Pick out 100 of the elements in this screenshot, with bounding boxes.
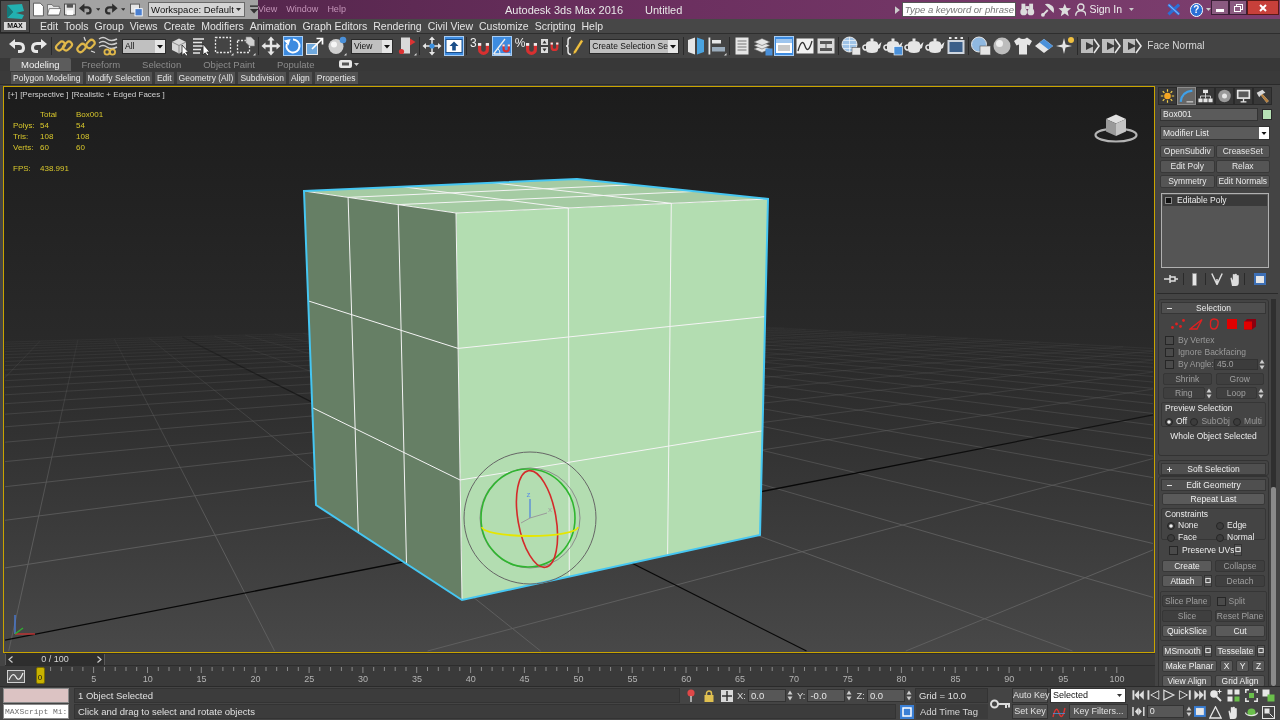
radio-label[interactable]: Normal	[1227, 532, 1255, 543]
open-folder-icon[interactable]	[46, 3, 62, 16]
settings-box-icon[interactable]	[1204, 645, 1212, 657]
fork-icon[interactable]	[1211, 273, 1223, 285]
checkbox-label[interactable]: Preserve UVs	[1182, 544, 1235, 556]
window-settings-icon[interactable]	[1194, 705, 1206, 717]
dropdown[interactable]: All	[122, 38, 166, 54]
list-cursor-icon[interactable]	[192, 36, 212, 56]
pivot-icon[interactable]	[397, 36, 417, 56]
viewport-label[interactable]: [Realistic + Edged Faces ]	[71, 90, 165, 100]
teapot-icon[interactable]	[925, 36, 946, 56]
film-frame-icon[interactable]	[946, 36, 967, 56]
rollout-header[interactable]: Soft Selection	[1161, 463, 1266, 475]
schematic-icon[interactable]	[816, 36, 837, 56]
menu-item[interactable]: Help	[578, 19, 607, 33]
panel-button[interactable]: Y	[1236, 660, 1249, 672]
sign-in-link[interactable]: Sign In	[1089, 3, 1123, 16]
modifier-button[interactable]: OpenSubdiv	[1160, 145, 1215, 158]
panel-button[interactable]: Tesselate	[1215, 645, 1256, 657]
panel-tab[interactable]	[1215, 87, 1234, 105]
radio-label[interactable]: Off	[1176, 416, 1188, 427]
name-field[interactable]: Box001	[1160, 108, 1258, 121]
configure-icon[interactable]	[1254, 273, 1266, 285]
caret-icon[interactable]	[354, 63, 360, 66]
new-file-icon[interactable]	[33, 2, 44, 17]
ribbon-panel-tab[interactable]: Polygon Modeling	[11, 71, 83, 84]
dropdown[interactable]: Selected	[1050, 688, 1126, 703]
dropdown[interactable]: Create Selection Se	[589, 38, 680, 54]
menu-item[interactable]: Rendering	[370, 19, 425, 33]
scrollbar[interactable]	[1271, 299, 1276, 686]
prism-icon[interactable]	[1034, 36, 1055, 56]
panel-button[interactable]: Create	[1162, 560, 1212, 572]
move-icon[interactable]	[261, 36, 281, 56]
script-output-field[interactable]: MAXScript Mi:	[3, 704, 69, 719]
dropdown[interactable]: Modifier List	[1160, 126, 1270, 140]
auto-key-button[interactable]: Auto Key	[1012, 688, 1048, 703]
layers-icon[interactable]	[753, 36, 774, 56]
teapot-icon[interactable]	[904, 36, 925, 56]
brace-pencil-icon[interactable]	[565, 36, 586, 56]
grid-sphere-icon[interactable]	[841, 36, 862, 56]
ribbon-tab[interactable]: Freeform	[70, 58, 132, 71]
skip-end-icon[interactable]	[1192, 689, 1206, 701]
frame-marker[interactable]: 0	[35, 667, 45, 684]
cube-cursor-icon[interactable]	[170, 36, 190, 56]
monitor-arrow-icon[interactable]	[444, 36, 464, 56]
cone-icon[interactable]	[1209, 706, 1222, 719]
menu-item[interactable]: Scripting	[531, 19, 579, 33]
orbit-icon[interactable]	[1244, 706, 1258, 719]
time-slider-thumb[interactable]: 0 / 100	[5, 654, 105, 665]
curve-icon[interactable]	[1052, 705, 1066, 718]
ribbon-panel-tab[interactable]: Modify Selection	[85, 71, 152, 84]
menu-item[interactable]: Window	[286, 4, 319, 15]
menu-item[interactable]: Tools	[61, 19, 92, 33]
viewport-label[interactable]: [Perspective ]	[20, 90, 69, 100]
radio-button[interactable]	[1216, 521, 1224, 530]
rollout-header[interactable]: Selection	[1161, 302, 1266, 314]
play-icon[interactable]	[1162, 689, 1176, 701]
sphere-icon[interactable]	[992, 36, 1013, 56]
tag-square-icon[interactable]	[900, 704, 914, 719]
stack-item[interactable]: Editable Poly	[1163, 195, 1267, 206]
panel-button[interactable]: MSmooth	[1162, 645, 1203, 657]
viewport-label[interactable]: [+]	[8, 90, 18, 100]
redo-icon[interactable]	[104, 3, 118, 16]
align-icon[interactable]	[707, 36, 728, 56]
wave-lines-icon[interactable]	[98, 36, 118, 56]
dots-icon[interactable]	[1170, 317, 1185, 330]
menu-item[interactable]: Views	[126, 19, 161, 33]
expand-arrow-icon[interactable]	[895, 5, 900, 14]
mirror-icon[interactable]	[686, 36, 707, 56]
graph-window-icon[interactable]	[6, 669, 25, 683]
scale-icon[interactable]	[305, 36, 325, 56]
menu-item[interactable]: Group	[91, 19, 127, 33]
ribbon-panel-tab[interactable]: Align	[288, 71, 312, 84]
menu-item[interactable]: View	[258, 4, 278, 15]
radio-button[interactable]	[1165, 417, 1173, 426]
satellite-dish-icon[interactable]	[1040, 2, 1055, 17]
chevron-right-icon[interactable]	[97, 656, 102, 663]
grid-squares-icon[interactable]	[1226, 689, 1240, 702]
panel-button[interactable]: Make Planar	[1162, 660, 1217, 672]
modifier-button[interactable]: Symmetry	[1160, 175, 1215, 188]
time-slider-track[interactable]: 0 / 100	[5, 653, 1155, 666]
spinner-magnet-icon[interactable]	[540, 36, 561, 56]
cross-logo-icon[interactable]	[1166, 3, 1181, 16]
settings-box-icon[interactable]	[1257, 645, 1265, 657]
user-icon[interactable]	[1074, 3, 1087, 16]
teapot-icon[interactable]	[862, 36, 883, 56]
key-icon[interactable]	[990, 698, 1010, 709]
radio-label[interactable]: None	[1178, 520, 1199, 531]
hand-icon[interactable]	[1230, 272, 1239, 286]
curve-graph-icon[interactable]	[795, 36, 816, 56]
search-field[interactable]: Type a keyword or phrase	[901, 2, 1017, 17]
rollout-header[interactable]: Edit Geometry	[1161, 479, 1266, 491]
frame-field[interactable]: 0	[1146, 704, 1185, 718]
dropdown[interactable]: Workspace: Default	[148, 2, 245, 17]
padlock-icon[interactable]	[704, 689, 714, 702]
toolbar-text-button[interactable]: Face Normal	[1147, 40, 1205, 52]
color-swatch[interactable]	[1262, 109, 1272, 120]
menu-item[interactable]: Create	[160, 19, 199, 33]
ribbon-panel-tab[interactable]: Subdivision	[238, 71, 286, 84]
settings-box-icon[interactable]	[1234, 544, 1243, 556]
